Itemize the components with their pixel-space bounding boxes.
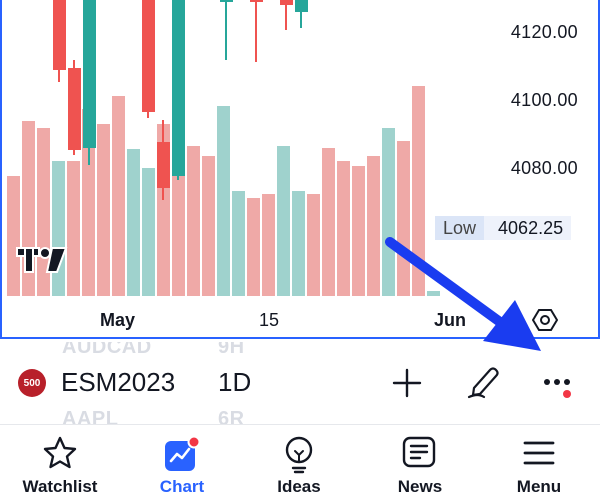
tab-chart[interactable]: Chart bbox=[122, 425, 242, 503]
tab-ideas-label: Ideas bbox=[277, 477, 321, 496]
tab-news-label: News bbox=[397, 477, 443, 496]
more-dots-icon[interactable] bbox=[543, 372, 579, 405]
symbol-bar[interactable]: AUDCAD 9H AAPL 6R 500 ESM2023 1D bbox=[0, 342, 600, 424]
chart-area[interactable]: 4120.00 4100.00 4080.00 Low 4062.25 May … bbox=[0, 0, 600, 340]
hamburger-icon bbox=[521, 435, 557, 476]
chart-selection-frame bbox=[0, 0, 600, 339]
tab-menu[interactable]: Menu bbox=[479, 425, 599, 503]
tab-news[interactable]: News bbox=[360, 425, 480, 503]
ghost-symbol-1: AUDCAD bbox=[62, 342, 152, 358]
symbol-logo-badge: 500 bbox=[18, 369, 46, 397]
star-icon bbox=[42, 435, 78, 476]
lightbulb-icon bbox=[281, 435, 317, 480]
ghost-interval-2: 6R bbox=[218, 408, 245, 424]
interval-selector[interactable]: 1D bbox=[218, 367, 251, 398]
tab-watchlist[interactable]: Watchlist bbox=[0, 425, 120, 503]
news-icon bbox=[401, 435, 439, 476]
tab-menu-label: Menu bbox=[516, 477, 562, 496]
tab-ideas[interactable]: Ideas bbox=[239, 425, 359, 503]
pen-icon[interactable] bbox=[466, 364, 502, 405]
bottom-tab-bar: Watchlist Chart Ideas News Menu bbox=[0, 424, 600, 503]
ghost-symbol-2: AAPL bbox=[62, 408, 119, 424]
tab-chart-label: Chart bbox=[159, 477, 205, 496]
chart-icon bbox=[162, 435, 202, 480]
symbol-name[interactable]: ESM2023 bbox=[61, 367, 175, 398]
tab-watchlist-label: Watchlist bbox=[22, 477, 98, 496]
ghost-interval-1: 9H bbox=[218, 342, 245, 358]
plus-icon[interactable] bbox=[392, 368, 422, 403]
